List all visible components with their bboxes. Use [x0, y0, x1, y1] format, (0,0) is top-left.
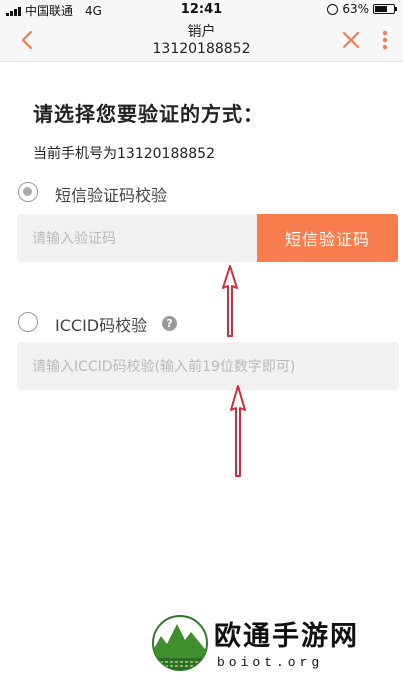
mountain-logo-icon — [152, 615, 208, 671]
status-bar: 中国联通 4G 12:41 63% — [0, 0, 403, 20]
sms-radio[interactable] — [18, 182, 38, 202]
arrow-up-annotation-2 — [230, 385, 246, 477]
send-sms-code-button[interactable]: 短信验证码 — [257, 214, 398, 262]
watermark-site-name: 欧通手游网 — [214, 621, 359, 652]
watermark-domain: boiot.org — [217, 655, 324, 670]
arrow-up-annotation-1 — [222, 265, 238, 337]
iccid-option-label[interactable]: ICCID码校验 — [55, 312, 147, 336]
nav-bar: 销户 13120188852 — [0, 20, 403, 62]
iccid-radio[interactable] — [18, 312, 38, 332]
battery-percent: 63% — [342, 2, 369, 16]
current-phone-text: 当前手机号为13120188852 — [33, 146, 215, 162]
sms-option-label[interactable]: 短信验证码校验 — [55, 182, 167, 206]
status-right: 63% — [327, 2, 397, 16]
question-circle-icon[interactable]: ? — [162, 316, 177, 331]
more-vertical-icon[interactable] — [378, 28, 392, 52]
sms-code-input[interactable]: 请输入验证码 — [17, 214, 257, 262]
iccid-input[interactable]: 请输入ICCID码校验(输入前19位数字即可) — [17, 342, 399, 390]
orientation-lock-icon — [327, 3, 339, 15]
close-icon[interactable] — [339, 28, 363, 52]
battery-icon — [373, 4, 397, 14]
section-heading: 请选择您要验证的方式： — [33, 102, 264, 126]
